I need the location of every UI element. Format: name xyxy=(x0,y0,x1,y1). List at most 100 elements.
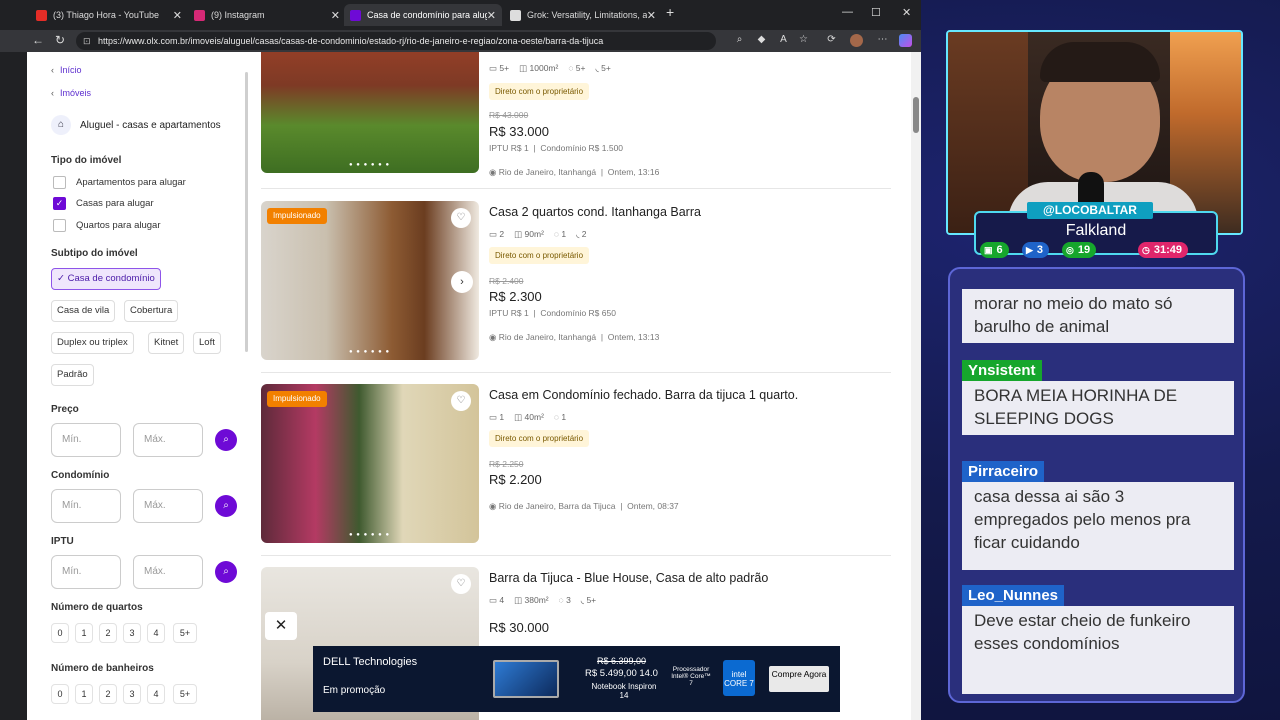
listing-photo[interactable]: ● ● ● ● ● ● xyxy=(261,52,479,173)
ad-cta-button[interactable]: Compre Agora xyxy=(769,666,829,692)
listing-card[interactable]: ● ● ● ● ● ● ▭ 5+ ◫ 1000m² ◌ 5+ ◟ 5+ Dire… xyxy=(261,52,891,194)
close-icon[interactable]: ✕ xyxy=(647,9,656,22)
tab-instagram[interactable]: (9) Instagram ✕ xyxy=(188,4,346,26)
car-icon: ◌ 1 xyxy=(553,412,567,422)
new-tab-icon[interactable]: + xyxy=(666,4,674,20)
chip-kitnet[interactable]: Kitnet xyxy=(148,332,185,354)
heart-icon[interactable]: ♡ xyxy=(451,391,471,411)
search-icon[interactable]: ⌕ xyxy=(215,429,237,451)
checkbox-apartamentos[interactable]: Apartamentos para alugar xyxy=(53,176,186,189)
bed-icon: ▭ 2 xyxy=(489,229,505,239)
banheiros-0[interactable]: 0 xyxy=(51,684,69,704)
checkbox-quartos[interactable]: Quartos para alugar xyxy=(53,219,161,232)
iptu-min-input[interactable]: Mín. xyxy=(51,555,121,589)
page-scrollbar[interactable] xyxy=(911,52,921,720)
preco-max-input[interactable]: Máx. xyxy=(133,423,203,457)
banheiros-3[interactable]: 3 xyxy=(123,684,141,704)
clock-icon: ◷ xyxy=(1142,245,1150,255)
tab-youtube[interactable]: (3) Thiago Hora - YouTube ✕ xyxy=(30,4,188,26)
listing-photo[interactable]: Impulsionado ♡ ● ● ● ● ● ● xyxy=(261,384,479,543)
listing-card[interactable]: Impulsionado ♡ › ● ● ● ● ● ● Casa 2 quar… xyxy=(261,201,891,361)
extensions-icon[interactable]: ⟳ xyxy=(825,34,838,47)
favorite-star-icon[interactable]: ☆ xyxy=(797,34,810,47)
ad-new-price: R$ 5.499,00 14.0 xyxy=(585,668,658,679)
maximize-icon[interactable]: ☐ xyxy=(871,6,881,19)
quartos-3[interactable]: 3 xyxy=(123,623,141,643)
search-page-icon[interactable]: ⌕ xyxy=(733,34,746,47)
chip-casa-de-vila[interactable]: Casa de vila xyxy=(51,300,116,322)
address-bar[interactable]: ⊡ https://www.olx.com.br/imoveis/aluguel… xyxy=(76,32,716,50)
impulsionado-badge: Impulsionado xyxy=(267,391,327,407)
banheiros-5plus[interactable]: 5+ xyxy=(173,684,197,704)
listing-title[interactable]: Casa 2 quartos cond. Itanhanga Barra xyxy=(489,205,701,219)
checkbox-label: Apartamentos para alugar xyxy=(76,177,186,188)
pin-icon: ◉ xyxy=(489,332,499,342)
quartos-0[interactable]: 0 xyxy=(51,623,69,643)
category-selected[interactable]: ⌂ Aluguel - casas e apartamentos xyxy=(51,115,221,135)
checkbox-box[interactable] xyxy=(53,219,66,232)
listing-title[interactable]: Casa em Condomínio fechado. Barra da tij… xyxy=(489,388,798,402)
browser-window: (3) Thiago Hora - YouTube ✕ (9) Instagra… xyxy=(0,0,921,720)
quartos-4[interactable]: 4 xyxy=(147,623,165,643)
condominio-max-input[interactable]: Máx. xyxy=(133,489,203,523)
chip-cobertura[interactable]: Cobertura xyxy=(124,300,179,322)
preco-min-input[interactable]: Mín. xyxy=(51,423,121,457)
sidebar-scrollbar[interactable] xyxy=(245,72,248,352)
more-menu-icon[interactable]: ⋯ xyxy=(876,34,889,47)
garage-value: 3 xyxy=(566,595,571,605)
iptu-max-input[interactable]: Máx. xyxy=(133,555,203,589)
carousel-dots: ● ● ● ● ● ● xyxy=(349,162,391,168)
breadcrumb-home[interactable]: ‹ Início xyxy=(51,65,82,75)
banheiros-4[interactable]: 4 xyxy=(147,684,165,704)
checkbox-casas[interactable]: ✓ Casas para alugar xyxy=(53,197,154,210)
listing-card[interactable]: Impulsionado ♡ ● ● ● ● ● ● Casa em Condo… xyxy=(261,384,891,544)
crumb-label: Imóveis xyxy=(60,88,92,98)
close-icon[interactable]: ✕ xyxy=(331,9,340,22)
olx-icon xyxy=(350,9,361,21)
window-close-icon[interactable]: ✕ xyxy=(902,6,911,19)
close-ad-icon[interactable]: ✕ xyxy=(265,612,297,640)
heart-icon[interactable]: ♡ xyxy=(451,208,471,228)
tab-olx[interactable]: Casa de condomínio para alugar ✕ xyxy=(344,4,502,26)
bed-icon: ▭ 5+ xyxy=(489,63,510,73)
minimize-icon[interactable]: — xyxy=(842,6,853,18)
copilot-icon[interactable] xyxy=(899,34,912,47)
scroll-thumb[interactable] xyxy=(913,97,919,133)
carousel-dots: ● ● ● ● ● ● xyxy=(349,349,391,355)
pin-icon: ◉ xyxy=(489,167,499,177)
preco-heading: Preço xyxy=(51,404,79,415)
breadcrumb-imoveis[interactable]: ‹ Imóveis xyxy=(51,88,91,98)
url-text: https://www.olx.com.br/imoveis/aluguel/c… xyxy=(98,36,604,46)
listing-title[interactable]: Barra da Tijuca - Blue House, Casa de al… xyxy=(489,571,768,585)
carousel-dots: ● ● ● ● ● ● xyxy=(349,532,391,538)
search-icon[interactable]: ⌕ xyxy=(215,495,237,517)
checkmark-icon[interactable]: ✓ xyxy=(53,197,66,210)
listing-photo[interactable]: Impulsionado ♡ › ● ● ● ● ● ● xyxy=(261,201,479,360)
banheiros-2[interactable]: 2 xyxy=(99,684,117,704)
close-icon[interactable]: ✕ xyxy=(487,9,496,22)
banheiros-1[interactable]: 1 xyxy=(75,684,93,704)
condominio-min-input[interactable]: Mín. xyxy=(51,489,121,523)
back-icon[interactable]: ← xyxy=(32,33,44,47)
checkbox-box[interactable] xyxy=(53,176,66,189)
quartos-5plus[interactable]: 5+ xyxy=(173,623,197,643)
tag-icon[interactable]: ◆ xyxy=(755,34,768,47)
iptu-value: IPTU R$ 1 xyxy=(489,308,529,318)
chip-padrao[interactable]: Padrão xyxy=(51,364,94,386)
reload-icon[interactable]: ↻ xyxy=(55,33,65,47)
stat-timer: ◷ 31:49 xyxy=(1138,242,1188,258)
search-icon[interactable]: ⌕ xyxy=(215,561,237,583)
chevron-right-icon[interactable]: › xyxy=(451,271,473,293)
heart-icon[interactable]: ♡ xyxy=(451,574,471,594)
chip-casa-de-condominio[interactable]: ✓ Casa de condomínio xyxy=(51,268,161,290)
garage-value: 1 xyxy=(561,412,567,422)
read-aloud-icon[interactable]: A xyxy=(777,34,790,47)
dell-ad-banner[interactable]: DELL Technologies Em promoção R$ 6.399,0… xyxy=(313,646,840,712)
profile-avatar[interactable] xyxy=(850,34,863,47)
tab-grok[interactable]: Grok: Versatility, Limitations, and ✕ xyxy=(504,4,662,26)
chip-duplex[interactable]: Duplex ou triplex xyxy=(51,332,134,354)
quartos-1[interactable]: 1 xyxy=(75,623,93,643)
chip-loft[interactable]: Loft xyxy=(193,332,221,354)
quartos-2[interactable]: 2 xyxy=(99,623,117,643)
close-icon[interactable]: ✕ xyxy=(173,9,182,22)
